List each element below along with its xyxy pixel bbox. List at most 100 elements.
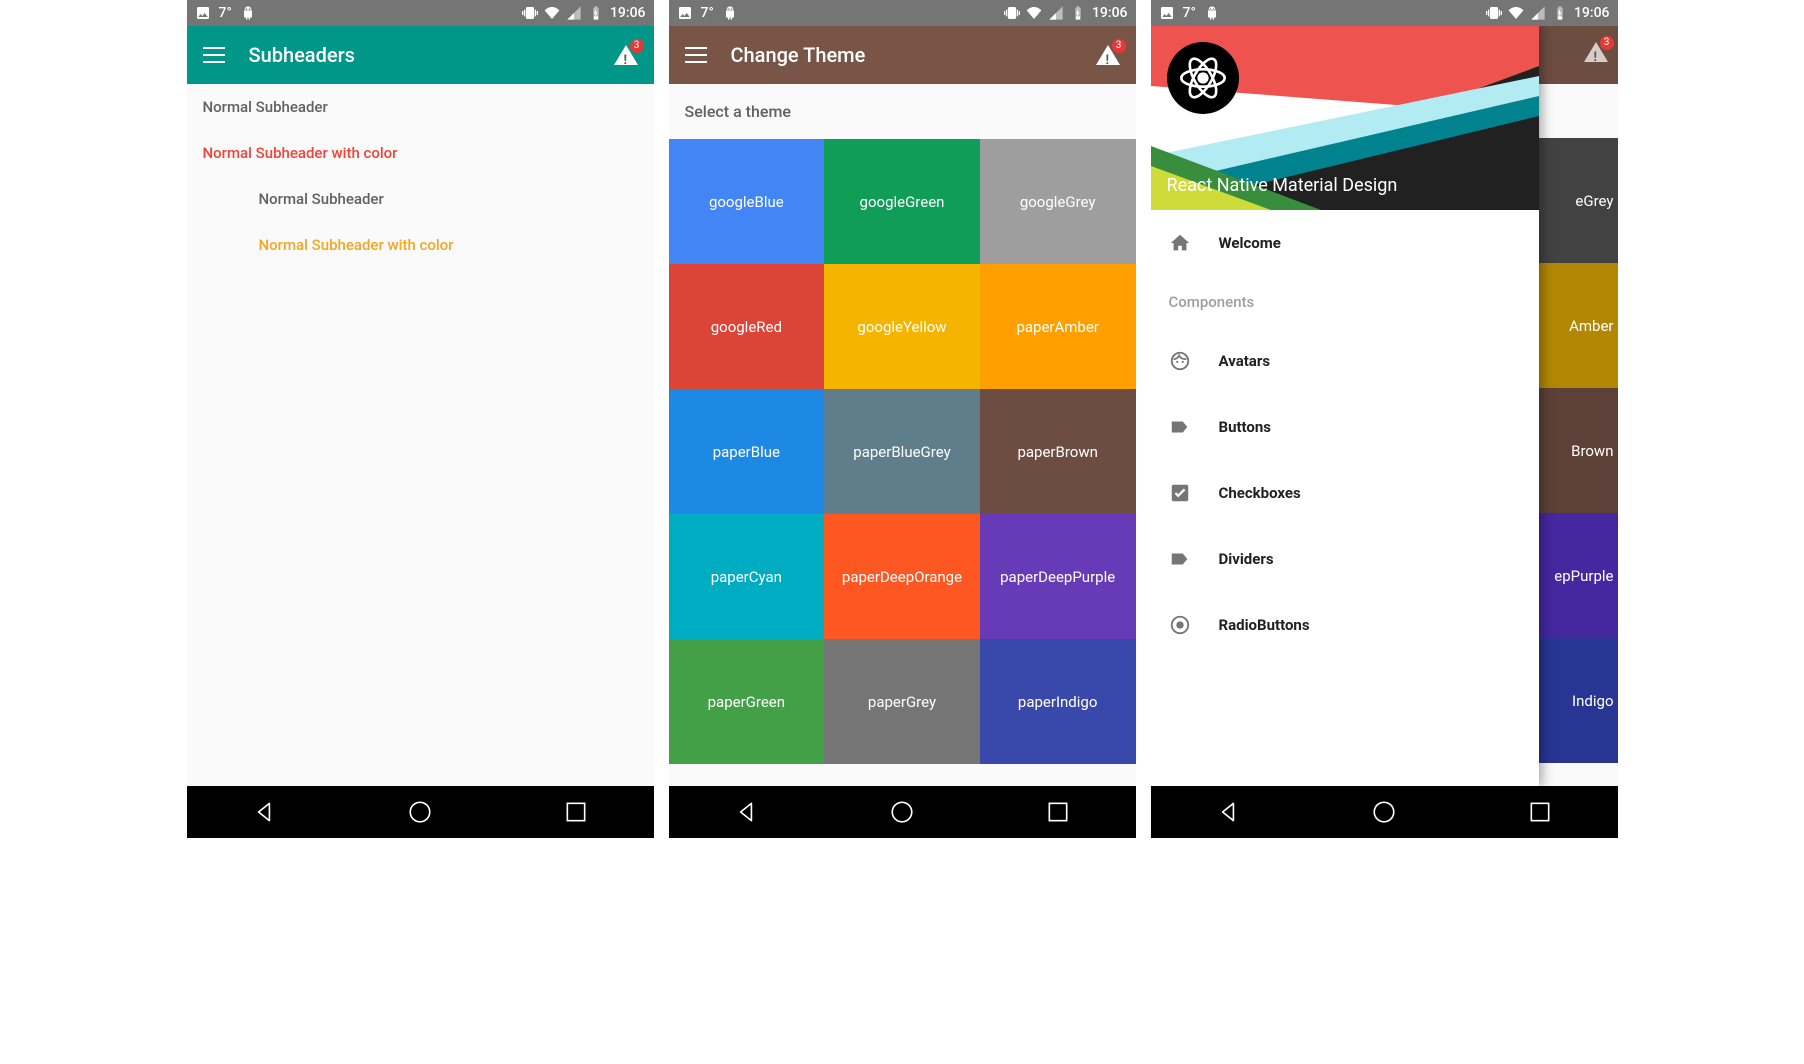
theme-googleBlue[interactable]: googleBlue	[669, 139, 825, 264]
theme-grid: googleBluegoogleGreengoogleGrey googleRed…	[669, 139, 1136, 764]
recent-icon[interactable]	[1527, 799, 1553, 825]
select-theme-label: Select a theme	[669, 84, 1136, 139]
app-bar: Subheaders ! 3	[187, 26, 654, 84]
drawer-item-label: Dividers	[1219, 550, 1274, 568]
image-icon	[677, 5, 693, 21]
battery-icon	[1070, 5, 1086, 21]
navigation-drawer: React Native Material Design WelcomeComp…	[1151, 26, 1539, 786]
temperature: 7°	[701, 5, 714, 21]
warning-badge[interactable]: ! 3	[614, 43, 638, 67]
subheader-item: Normal Subheader	[187, 84, 654, 130]
radio-icon	[1169, 614, 1191, 636]
subheader-item: Normal Subheader with color	[187, 130, 654, 176]
theme-googleGreen[interactable]: googleGreen	[824, 139, 980, 264]
face-icon	[1169, 350, 1191, 372]
signal-icon	[1530, 5, 1546, 21]
vibrate-icon	[1486, 5, 1502, 21]
recent-icon[interactable]	[563, 799, 589, 825]
theme-paperAmber[interactable]: paperAmber	[980, 264, 1136, 389]
app-bar: Change Theme ! 3	[669, 26, 1136, 84]
drawer-title: React Native Material Design	[1167, 175, 1398, 196]
drawer-header: React Native Material Design	[1151, 26, 1539, 210]
home-icon	[1169, 232, 1191, 254]
theme-paperIndigo[interactable]: paperIndigo	[980, 639, 1136, 764]
nav-bar	[187, 786, 654, 838]
drawer-item-buttons[interactable]: Buttons	[1151, 394, 1539, 460]
phone-screen-2: 7° 19:06 Change Theme ! 3 Select a theme…	[669, 0, 1136, 838]
back-icon[interactable]	[251, 799, 277, 825]
drawer-item-checkboxes[interactable]: Checkboxes	[1151, 460, 1539, 526]
phone-screen-1: 7° 19:06 Subheaders ! 3 Normal Subheader…	[187, 0, 654, 838]
badge-count: 3	[630, 39, 644, 53]
home-nav-icon[interactable]	[889, 799, 915, 825]
subheader-item: Normal Subheader	[187, 176, 654, 222]
theme-paperBrown[interactable]: paperBrown	[980, 389, 1136, 514]
android-icon	[240, 5, 256, 21]
content-area: ! 3 eGreyAmberBrownepPurpleIndigo	[1151, 26, 1618, 786]
signal-icon	[1048, 5, 1064, 21]
clock: 19:06	[1092, 5, 1128, 21]
home-nav-icon[interactable]	[1371, 799, 1397, 825]
menu-icon[interactable]	[203, 47, 225, 63]
temperature: 7°	[219, 5, 232, 21]
content-area: Select a theme googleBluegoogleGreengoog…	[669, 84, 1136, 786]
warning-badge[interactable]: ! 3	[1096, 43, 1120, 67]
theme-googleGrey[interactable]: googleGrey	[980, 139, 1136, 264]
menu-icon[interactable]	[685, 47, 707, 63]
status-bar: 7° 19:06	[1151, 0, 1618, 26]
page-title: Subheaders	[249, 43, 590, 67]
drawer-item-label: RadioButtons	[1219, 616, 1310, 634]
drawer-item-radiobuttons[interactable]: RadioButtons	[1151, 592, 1539, 658]
status-bar: 7° 19:06	[187, 0, 654, 26]
drawer-item-label: Avatars	[1219, 352, 1271, 370]
theme-cell-behind[interactable]: Indigo	[1539, 638, 1618, 763]
back-icon[interactable]	[1215, 799, 1241, 825]
theme-paperGreen[interactable]: paperGreen	[669, 639, 825, 764]
theme-paperCyan[interactable]: paperCyan	[669, 514, 825, 639]
drawer-item-avatars[interactable]: Avatars	[1151, 328, 1539, 394]
theme-paperBlueGrey[interactable]: paperBlueGrey	[824, 389, 980, 514]
recent-icon[interactable]	[1045, 799, 1071, 825]
theme-paperBlue[interactable]: paperBlue	[669, 389, 825, 514]
theme-paperDeepOrange[interactable]: paperDeepOrange	[824, 514, 980, 639]
drawer-item-label: Buttons	[1219, 418, 1272, 436]
drawer-item-dividers[interactable]: Dividers	[1151, 526, 1539, 592]
checkbox-icon	[1169, 482, 1191, 504]
wifi-icon	[544, 5, 560, 21]
warning-badge[interactable]: ! 3	[1584, 40, 1608, 64]
vibrate-icon	[1004, 5, 1020, 21]
drawer-item-label: Welcome	[1219, 234, 1281, 252]
theme-googleRed[interactable]: googleRed	[669, 264, 825, 389]
signal-icon	[566, 5, 582, 21]
drawer-item-welcome[interactable]: Welcome	[1151, 210, 1539, 276]
theme-googleYellow[interactable]: googleYellow	[824, 264, 980, 389]
nav-bar	[1151, 786, 1618, 838]
android-icon	[722, 5, 738, 21]
clock: 19:06	[1574, 5, 1610, 21]
theme-cell-behind[interactable]: Brown	[1539, 388, 1618, 513]
wifi-icon	[1508, 5, 1524, 21]
page-title: Change Theme	[731, 43, 1072, 67]
drawer-list: WelcomeComponentsAvatarsButtonsCheckboxe…	[1151, 210, 1539, 786]
home-nav-icon[interactable]	[407, 799, 433, 825]
status-bar: 7° 19:06	[669, 0, 1136, 26]
theme-paperGrey[interactable]: paperGrey	[824, 639, 980, 764]
theme-cell-behind[interactable]: epPurple	[1539, 513, 1618, 638]
wifi-icon	[1026, 5, 1042, 21]
battery-icon	[588, 5, 604, 21]
theme-cell-behind[interactable]: Amber	[1539, 263, 1618, 388]
react-logo-icon	[1167, 42, 1239, 114]
badge-count: 3	[1112, 39, 1126, 53]
theme-paperDeepPurple[interactable]: paperDeepPurple	[980, 514, 1136, 639]
image-icon	[1159, 5, 1175, 21]
label-icon	[1169, 548, 1191, 570]
content-area: Normal SubheaderNormal Subheader with co…	[187, 84, 654, 786]
phone-screen-3: 7° 19:06 ! 3 eGreyAmberBrownepPurpleIndi…	[1151, 0, 1618, 838]
image-icon	[195, 5, 211, 21]
subheader-item: Normal Subheader with color	[187, 222, 654, 268]
label-icon	[1169, 416, 1191, 438]
theme-cell-behind[interactable]: eGrey	[1539, 138, 1618, 263]
vibrate-icon	[522, 5, 538, 21]
theme-grid-behind: ! 3 eGreyAmberBrownepPurpleIndigo	[1539, 26, 1618, 786]
back-icon[interactable]	[733, 799, 759, 825]
